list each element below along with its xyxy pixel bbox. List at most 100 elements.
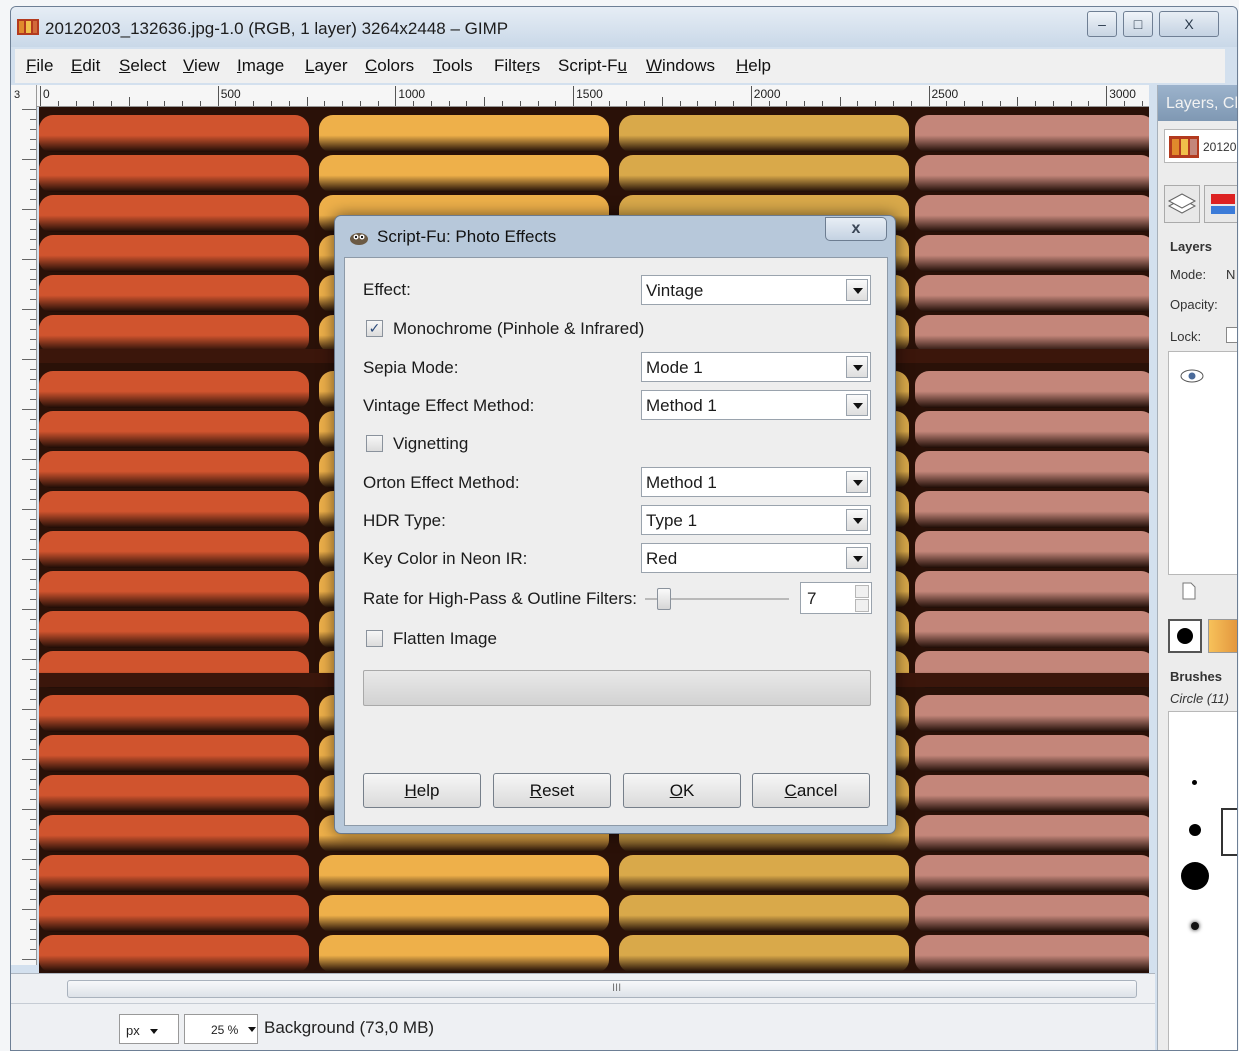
brush-large-icon[interactable] <box>1181 862 1209 890</box>
scrollbar-thumb[interactable]: III <box>67 980 1137 998</box>
image-selector-name: 20120 <box>1203 140 1237 154</box>
ruler-tick <box>30 749 36 750</box>
ruler-tick <box>30 619 36 620</box>
brush-small-icon[interactable] <box>1189 824 1201 836</box>
neon-color-combo[interactable]: Red <box>641 543 871 573</box>
mode-value[interactable]: N <box>1226 267 1235 282</box>
ruler-tick <box>733 101 735 106</box>
vintage-method-combo[interactable]: Method 1 <box>641 390 871 420</box>
menu-tools[interactable]: Tools <box>433 56 473 76</box>
layers-tab[interactable] <box>1164 185 1200 223</box>
vintage-dropdown-icon[interactable] <box>846 394 868 416</box>
title-bar[interactable]: 20120203_132636.jpg-1.0 (RGB, 1 layer) 3… <box>11 7 1237 47</box>
minimize-button[interactable]: – <box>1087 11 1117 37</box>
sepia-mode-combo[interactable]: Mode 1 <box>641 352 871 382</box>
menu-help[interactable]: Help <box>736 56 771 76</box>
ruler-tick <box>111 101 113 106</box>
towel <box>915 411 1149 448</box>
effect-combo[interactable]: Vintage <box>641 275 871 305</box>
horizontal-scrollbar[interactable]: III <box>11 973 1155 1003</box>
foreground-brush-tab[interactable] <box>1168 619 1202 653</box>
cancel-button[interactable]: Cancel <box>752 773 870 808</box>
rate-slider-handle[interactable] <box>657 588 671 610</box>
pattern-tab[interactable] <box>1208 619 1237 653</box>
menu-layer[interactable]: Layer <box>305 56 348 76</box>
orton-method-combo[interactable]: Method 1 <box>641 467 871 497</box>
ruler-label: 1500 <box>576 87 603 101</box>
brush-tiny-icon[interactable] <box>1192 780 1197 785</box>
ruler-tick <box>22 359 36 360</box>
towel <box>915 571 1149 608</box>
neon-dropdown-icon[interactable] <box>846 547 868 569</box>
effect-dropdown-icon[interactable] <box>846 279 868 301</box>
towel <box>39 735 309 772</box>
channels-tab[interactable] <box>1204 185 1237 223</box>
brushes-grid[interactable] <box>1168 711 1237 1050</box>
towel-stack <box>915 363 1149 688</box>
ruler-tick <box>22 459 36 460</box>
ruler-tick <box>1106 86 1108 106</box>
ruler-tick <box>964 101 966 106</box>
dialog-close-button[interactable]: x <box>825 217 887 241</box>
menu-view[interactable]: View <box>183 56 220 76</box>
layers-list[interactable] <box>1168 351 1237 575</box>
ruler-tick <box>30 139 36 140</box>
horizontal-ruler[interactable]: 0 500 1000 1500 2000 2500 3000 <box>37 85 1149 107</box>
progress-bar <box>363 670 871 706</box>
towel <box>39 411 309 448</box>
dock-titlebar[interactable]: Layers, Ch <box>1158 85 1237 121</box>
ruler-tick <box>22 409 36 410</box>
rate-up-arrow-icon[interactable] <box>855 585 869 598</box>
ruler-tick <box>30 949 36 950</box>
visibility-eye-icon[interactable] <box>1179 368 1205 384</box>
menu-bar: File Edit Select View Image Layer Colors Tools F… <box>15 49 1225 83</box>
menu-script-fu[interactable]: Script-Fu <box>558 56 627 76</box>
close-window-button[interactable]: X <box>1159 11 1219 37</box>
ruler-tick <box>22 609 36 610</box>
menu-image[interactable]: Image <box>237 56 284 76</box>
ok-button[interactable]: OK <box>623 773 741 808</box>
sepia-dropdown-icon[interactable] <box>846 356 868 378</box>
menu-select[interactable]: Select <box>119 56 166 76</box>
menu-colors[interactable]: Colors <box>365 56 414 76</box>
dialog-titlebar[interactable]: Script-Fu: Photo Effects x <box>335 216 895 256</box>
ruler-tick <box>786 101 788 106</box>
towel <box>39 895 309 932</box>
menu-filters[interactable]: Filters <box>494 56 540 76</box>
orton-dropdown-icon[interactable] <box>846 471 868 493</box>
towel <box>319 155 609 192</box>
hdr-dropdown-icon[interactable] <box>846 509 868 531</box>
towel <box>915 235 1149 272</box>
lock-checkbox[interactable] <box>1226 327 1237 343</box>
towel <box>619 855 909 892</box>
towel <box>915 115 1149 152</box>
help-button[interactable]: Help <box>363 773 481 808</box>
unit-selector[interactable]: px <box>119 1014 179 1044</box>
menu-file[interactable]: File <box>26 56 53 76</box>
vertical-ruler[interactable]: 3 <box>11 85 37 965</box>
ruler-tick <box>288 101 290 106</box>
ruler-tick <box>217 86 219 106</box>
menu-edit[interactable]: Edit <box>71 56 100 76</box>
monochrome-checkbox[interactable]: ✓ <box>366 320 383 337</box>
flatten-checkbox[interactable] <box>366 630 383 647</box>
new-layer-icon[interactable] <box>1180 581 1198 601</box>
vignetting-checkbox[interactable] <box>366 435 383 452</box>
zoom-selector[interactable]: 25 % <box>184 1014 258 1044</box>
reset-button[interactable]: Reset <box>493 773 611 808</box>
status-info: Background (73,0 MB) <box>264 1018 435 1037</box>
menu-windows[interactable]: Windows <box>646 56 715 76</box>
image-selector[interactable]: 20120 <box>1164 129 1237 163</box>
ruler-tick <box>502 101 504 106</box>
ruler-tick <box>1088 101 1090 106</box>
rate-down-arrow-icon[interactable] <box>855 599 869 612</box>
brush-fuzzy-icon[interactable] <box>1191 922 1199 930</box>
maximize-button[interactable]: □ <box>1123 11 1153 37</box>
rate-spinbox[interactable]: 7 <box>800 582 872 614</box>
dialog-content: Effect: Vintage ✓ Monochrome (Pinhole & … <box>344 257 888 826</box>
towel <box>915 775 1149 812</box>
hdr-type-combo[interactable]: Type 1 <box>641 505 871 535</box>
towel <box>915 611 1149 648</box>
ruler-tick <box>22 759 36 760</box>
ruler-tick <box>324 101 326 106</box>
